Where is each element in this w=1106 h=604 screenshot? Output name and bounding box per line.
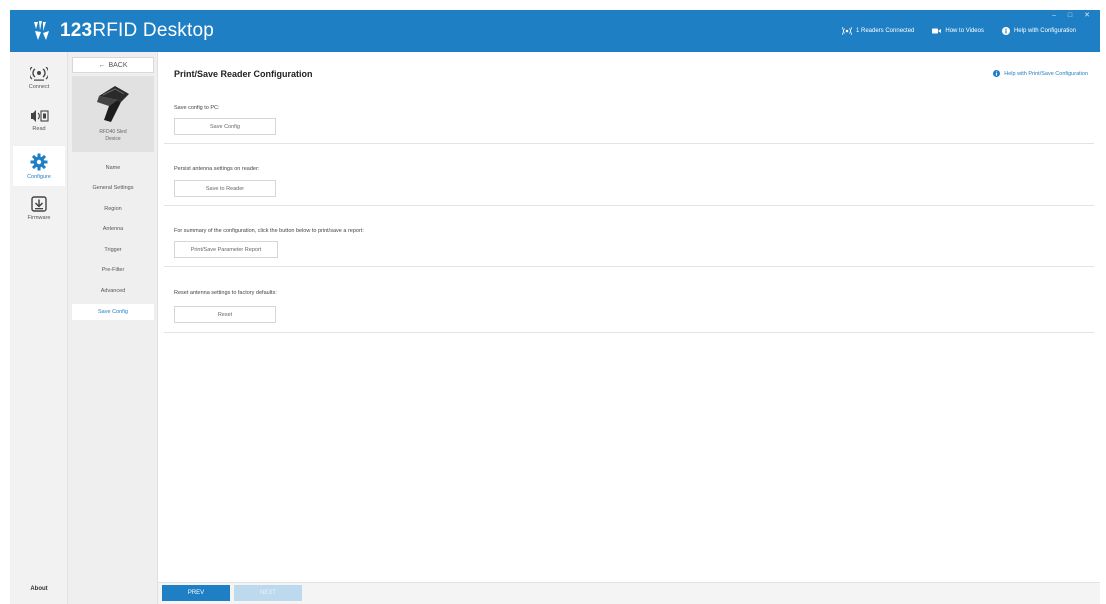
section-label: For summary of the configuration, click … — [174, 228, 364, 234]
subnav-item-general-settings[interactable]: General Settings — [72, 180, 154, 196]
section-reset: Reset antenna settings to factory defaul… — [164, 267, 1094, 333]
device-name-line2: Device — [105, 136, 121, 142]
wizard-footer: PREV NEXT — [158, 582, 1100, 604]
how-to-videos-label: How to Videos — [945, 28, 984, 34]
readers-connected-indicator[interactable]: 1 Readers Connected — [842, 27, 914, 35]
arrow-left-icon: ← — [98, 61, 106, 69]
subnav-item-region[interactable]: Region — [72, 201, 154, 217]
close-button[interactable]: ✕ — [1084, 12, 1090, 20]
title-bar: 123RFID Desktop 1 Readers Connected How … — [10, 10, 1100, 52]
window-controls: – □ ✕ — [1052, 12, 1090, 20]
save-to-reader-button[interactable]: Save to Reader — [174, 180, 276, 197]
reset-button[interactable]: Reset — [174, 306, 276, 323]
subnav-item-advanced[interactable]: Advanced — [72, 283, 154, 299]
app-window: 123RFID Desktop 1 Readers Connected How … — [0, 0, 1106, 604]
reader-signal-icon — [842, 27, 852, 35]
page-title: Print/Save Reader Configuration — [174, 69, 313, 79]
subnav-item-save-config[interactable]: Save Config — [72, 304, 154, 320]
app-title: 123RFID Desktop — [60, 20, 215, 41]
about-link[interactable]: About — [10, 586, 68, 592]
device-name-line1: RFD40 Sled — [99, 129, 127, 135]
gear-icon — [30, 153, 48, 170]
how-to-videos-link[interactable]: How to Videos — [932, 28, 984, 34]
save-config-button[interactable]: Save Config — [174, 118, 276, 135]
rail-label-connect: Connect — [28, 83, 50, 90]
video-camera-icon — [932, 28, 942, 34]
back-label: BACK — [108, 61, 128, 69]
device-card: RFD40 Sled Device — [72, 76, 154, 152]
minimize-button[interactable]: – — [1052, 12, 1056, 20]
zebra-logo-icon — [34, 21, 49, 40]
rail-item-configure[interactable]: Configure — [13, 146, 65, 186]
subnav-item-pre-filter[interactable]: Pre-Filter — [72, 262, 154, 278]
info-icon — [993, 70, 1001, 77]
help-print-save-label: Help with Print/Save Configuration — [1004, 70, 1088, 77]
subnav-item-name[interactable]: Name — [72, 160, 154, 176]
section-label: Reset antenna settings to factory defaul… — [174, 290, 277, 296]
section-print-report: For summary of the configuration, click … — [164, 206, 1094, 267]
rail-label-firmware: Firmware — [27, 214, 51, 221]
section-label: Persist antenna settings on reader: — [174, 166, 260, 172]
maximize-button[interactable]: □ — [1068, 12, 1072, 20]
prev-button[interactable]: PREV — [162, 585, 230, 601]
help-with-configuration-label: Help with Configuration — [1013, 28, 1076, 34]
rail-label-configure: Configure — [27, 173, 51, 180]
help-with-configuration-link[interactable]: Help with Configuration — [1001, 27, 1076, 35]
reader-signal-icon — [30, 66, 48, 81]
subnav-item-trigger[interactable]: Trigger — [72, 242, 154, 258]
back-button[interactable]: ← BACK — [72, 57, 154, 73]
section-save-config: Save config to PC: Save Config — [164, 96, 1094, 144]
next-button[interactable]: NEXT — [234, 585, 302, 601]
app-logo: 123RFID Desktop — [32, 20, 214, 42]
rfid-sled-device-image — [97, 86, 129, 122]
configure-subnav: ← BACK RFD40 Sled Device Name General Se… — [68, 52, 158, 604]
rail-item-firmware[interactable]: Firmware — [10, 188, 68, 228]
subnav-item-antenna[interactable]: Antenna — [72, 221, 154, 237]
main-content: Print/Save Reader Configuration Help wit… — [158, 52, 1100, 582]
help-print-save-link[interactable]: Help with Print/Save Configuration — [993, 70, 1088, 77]
info-icon — [1001, 27, 1010, 35]
rail-label-read: Read — [32, 125, 46, 132]
section-save-to-reader: Persist antenna settings on reader: Save… — [164, 144, 1094, 206]
read-tag-icon — [31, 109, 49, 122]
section-label: Save config to PC: — [174, 105, 220, 111]
device-name: RFD40 Sled Device — [99, 129, 126, 143]
main-rail: Connect Read Configure Firmware About — [10, 52, 68, 604]
readers-connected-label: 1 Readers Connected — [856, 28, 915, 34]
print-save-report-button[interactable]: Print/Save Parameter Report — [174, 241, 278, 258]
download-icon — [31, 195, 47, 212]
rail-item-read[interactable]: Read — [10, 100, 68, 140]
rail-item-connect[interactable]: Connect — [10, 58, 68, 98]
